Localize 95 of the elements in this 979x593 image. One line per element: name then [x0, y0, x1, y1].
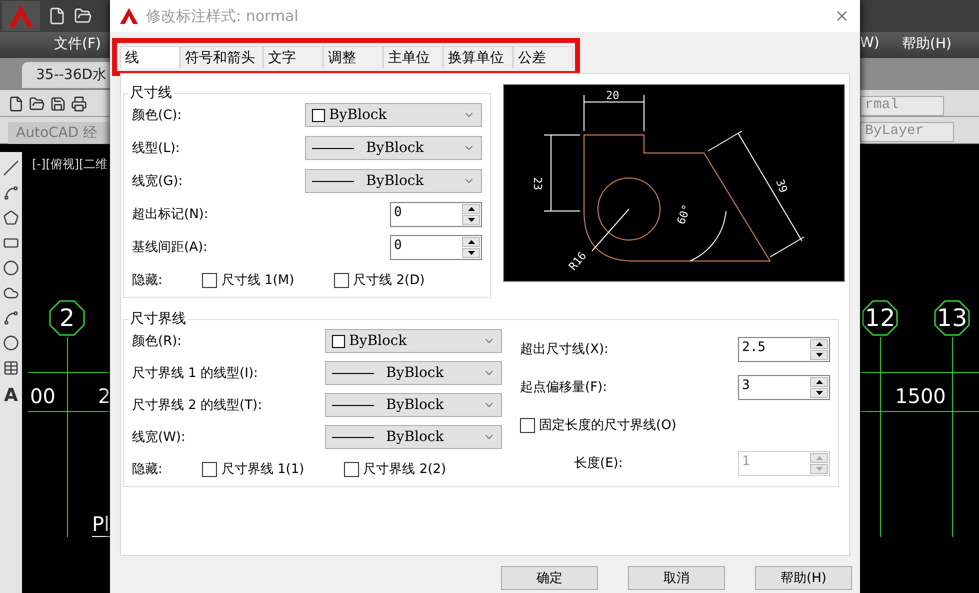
cloud-icon[interactable]	[3, 285, 19, 301]
spin-down-button[interactable]	[810, 388, 828, 398]
spinner-field[interactable]: 2.5	[738, 336, 830, 362]
checkbox-label: 尺寸界线 2(2)	[363, 461, 446, 478]
spin-up-button[interactable]	[462, 236, 480, 246]
field-label: 线型(L):	[132, 140, 180, 157]
viewport-label: [-][俯视][二维	[32, 156, 108, 173]
table-icon[interactable]	[3, 360, 19, 376]
dialog-button[interactable]: 确定	[501, 566, 598, 590]
spinner-field[interactable]: 0	[390, 234, 482, 260]
up-triangle-icon	[816, 380, 822, 384]
field-label: 起点偏移量(F):	[520, 379, 608, 396]
down-triangle-icon	[816, 466, 822, 470]
checkbox[interactable]	[334, 272, 350, 288]
dimension-text: 00	[30, 384, 56, 408]
axis-bubble: 12	[862, 300, 898, 336]
spinner-field[interactable]: 3	[738, 374, 830, 400]
up-triangle-icon	[468, 206, 474, 210]
dropdown[interactable]: ByBlock	[325, 329, 502, 353]
field-label: 超出尺寸线(X):	[520, 341, 608, 358]
save-icon[interactable]	[50, 96, 66, 112]
text-tool[interactable]: A	[4, 385, 18, 406]
checkbox[interactable]	[344, 462, 360, 476]
circle-icon[interactable]	[3, 260, 19, 276]
checkbox-label: 尺寸界线 1(1)	[221, 461, 304, 478]
checkbox-label: 固定长度的尺寸界线(O)	[539, 417, 676, 434]
spin-down-button[interactable]	[810, 350, 828, 360]
field-label: 超出标记(N):	[132, 206, 208, 223]
field-label: 颜色(R):	[132, 333, 182, 350]
checkbox-label: 尺寸线 1(M)	[221, 272, 294, 289]
checkbox[interactable]	[202, 462, 218, 476]
tab[interactable]: 换算单位	[443, 46, 513, 68]
up-triangle-icon	[816, 456, 822, 460]
printer-icon[interactable]	[71, 96, 87, 112]
checkbox[interactable]	[202, 272, 218, 288]
field-label: 隐藏:	[132, 461, 162, 478]
tab[interactable]: 调整	[323, 46, 383, 68]
up-triangle-icon	[816, 342, 822, 346]
group-title: 尺寸线	[129, 84, 173, 102]
pentagon-icon[interactable]	[3, 210, 19, 226]
down-triangle-icon	[816, 390, 822, 394]
menu-item[interactable]: 文件(F)	[54, 35, 101, 53]
open-folder-icon[interactable]	[74, 7, 92, 25]
line-sample-icon	[332, 404, 374, 406]
down-triangle-icon	[468, 218, 474, 222]
field-label: 线宽(G):	[132, 173, 183, 190]
tab[interactable]: 文字	[263, 46, 323, 68]
up-triangle-icon	[468, 240, 474, 244]
line-icon[interactable]	[3, 160, 19, 176]
dropdown[interactable]: ByBlock	[305, 136, 482, 160]
checkbox-label: 尺寸线 2(D)	[353, 272, 425, 289]
dialog-button[interactable]: 取消	[628, 566, 725, 590]
dropdown[interactable]: ByBlock	[305, 103, 482, 127]
field-label: 隐藏:	[132, 272, 162, 289]
menu-item[interactable]: 帮助(H)	[902, 35, 952, 53]
dimension-text: 2	[98, 384, 111, 408]
tab[interactable]: 公差	[513, 46, 573, 68]
dropdown[interactable]: ByBlock	[305, 169, 482, 193]
new-file-icon[interactable]	[48, 7, 66, 25]
tab[interactable]: 线	[120, 46, 180, 68]
color-swatch-icon	[312, 108, 325, 122]
group-title: 尺寸界线	[129, 310, 187, 328]
spinner-field[interactable]: 0	[390, 202, 482, 226]
line-sample-icon	[332, 372, 374, 374]
down-triangle-icon	[816, 352, 822, 356]
field-label: 基线间距(A):	[132, 239, 208, 256]
dropdown[interactable]: ByBlock	[325, 361, 502, 385]
field-label: 颜色(C):	[132, 107, 182, 124]
field-label: 线宽(W):	[132, 429, 186, 446]
dimension-text: 1500	[895, 384, 946, 408]
axis-bubble: 2	[49, 300, 85, 336]
line-sample-icon	[332, 436, 374, 438]
line-sample-icon	[312, 180, 354, 182]
checkbox[interactable]	[520, 418, 535, 432]
spin-up-button[interactable]	[810, 376, 828, 386]
down-triangle-icon	[468, 250, 474, 254]
color-swatch-icon	[332, 334, 345, 348]
spin-down-button[interactable]	[462, 248, 480, 258]
dropdown[interactable]: ByBlock	[325, 393, 502, 417]
spin-up-button[interactable]	[810, 338, 828, 348]
new-file-icon[interactable]	[8, 96, 24, 112]
app-logo-icon	[120, 8, 138, 24]
field-label: 尺寸界线 1 的线型(I):	[132, 365, 258, 382]
dropdown[interactable]: ByBlock	[325, 425, 502, 449]
tab[interactable]: 符号和箭头	[180, 46, 263, 68]
open-folder-icon[interactable]	[29, 96, 45, 112]
field-label: 尺寸界线 2 的线型(T):	[132, 397, 262, 414]
axis-bubble: 13	[934, 300, 970, 336]
spin-up-button[interactable]	[462, 204, 480, 214]
menu-item[interactable]: W)	[860, 35, 880, 51]
dialog-title: 修改标注样式: normal	[146, 6, 300, 26]
dialog-button[interactable]: 帮助(H)	[755, 566, 852, 590]
spin-down-button[interactable]	[462, 214, 480, 224]
field-label: 长度(E):	[573, 455, 623, 472]
tab[interactable]: 主单位	[383, 46, 443, 68]
